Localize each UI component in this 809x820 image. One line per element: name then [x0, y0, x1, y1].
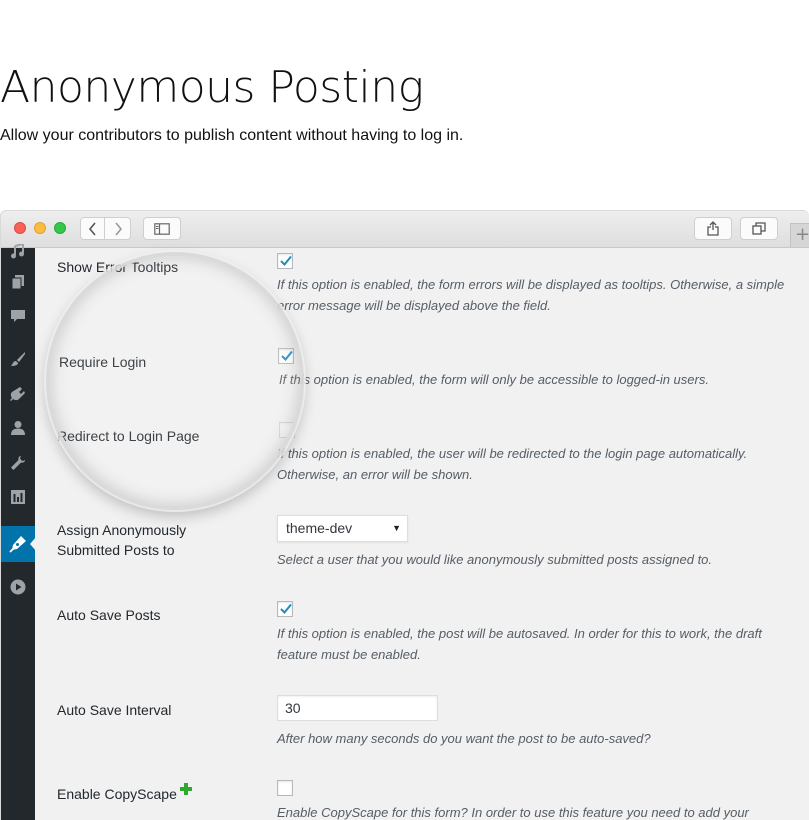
back-button[interactable]	[80, 217, 105, 240]
media-icon[interactable]	[6, 240, 30, 264]
magnifier-lens	[46, 252, 304, 510]
close-window-button[interactable]	[14, 222, 26, 234]
share-button[interactable]	[694, 217, 732, 240]
caret-down-icon: ▼	[392, 523, 401, 533]
checkmark-icon	[280, 255, 292, 266]
forward-button[interactable]	[105, 217, 131, 240]
chevron-left-icon	[88, 221, 96, 236]
assign-user-select[interactable]: theme-dev ▼	[277, 515, 408, 542]
checkmark-icon	[280, 603, 292, 614]
plugins-icon[interactable]	[6, 382, 30, 406]
sidebar-icon	[154, 222, 170, 235]
pages-icon[interactable]	[6, 270, 30, 294]
redirect-login-description: If this option is enabled, the user will…	[277, 446, 748, 482]
auto-save-label: Auto Save Posts	[57, 607, 161, 623]
admin-sidebar	[1, 244, 36, 820]
hero-title: Anonymous Posting	[0, 62, 424, 113]
tabs-overview-button[interactable]	[740, 217, 778, 240]
auto-save-interval-input[interactable]: 30	[277, 695, 438, 721]
require-login-description: If this option is enabled, the form will…	[279, 372, 709, 387]
auto-save-description: If this option is enabled, the post will…	[277, 626, 762, 662]
new-tab-button[interactable]: +	[790, 223, 809, 247]
assign-user-label-line1: Assign Anonymously	[57, 522, 187, 538]
zoom-window-button[interactable]	[54, 222, 66, 234]
copyscape-description: Enable CopyScape for this form? In order…	[277, 805, 749, 820]
chevron-right-icon	[114, 221, 122, 236]
assign-user-description: Select a user that you would like anonym…	[277, 552, 713, 567]
play-icon[interactable]	[6, 575, 30, 599]
tools-icon[interactable]	[6, 451, 30, 475]
assign-user-selected: theme-dev	[286, 520, 353, 536]
share-icon	[707, 221, 719, 236]
active-menu-arrow	[30, 537, 36, 551]
sidebar-toggle-button[interactable]	[143, 217, 181, 240]
browser-toolbar: +	[1, 211, 809, 248]
copyscape-checkbox[interactable]	[277, 780, 293, 796]
assign-user-label-line2: Submitted Posts to	[57, 542, 175, 558]
plus-icon	[180, 783, 192, 795]
show-error-tooltips-description: If this option is enabled, the form erro…	[277, 277, 785, 313]
pen-icon[interactable]	[6, 532, 30, 556]
plus-icon: +	[794, 224, 809, 245]
hero-subtitle: Allow your contributors to publish conte…	[0, 127, 464, 144]
settings-icon[interactable]	[6, 485, 30, 509]
show-error-tooltips-checkbox[interactable]	[277, 253, 293, 269]
appearance-icon[interactable]	[6, 347, 30, 371]
tabs-icon	[752, 222, 766, 235]
auto-save-checkbox[interactable]	[277, 601, 293, 617]
users-icon[interactable]	[6, 416, 30, 440]
minimize-window-button[interactable]	[34, 222, 46, 234]
comments-icon[interactable]	[6, 304, 30, 328]
auto-save-interval-label: Auto Save Interval	[57, 702, 172, 718]
copyscape-label: Enable CopyScape	[57, 786, 177, 802]
auto-save-interval-description: After how many seconds do you want the p…	[277, 731, 651, 746]
browser-window: + Show Error Tooltips If this option is …	[0, 210, 809, 820]
